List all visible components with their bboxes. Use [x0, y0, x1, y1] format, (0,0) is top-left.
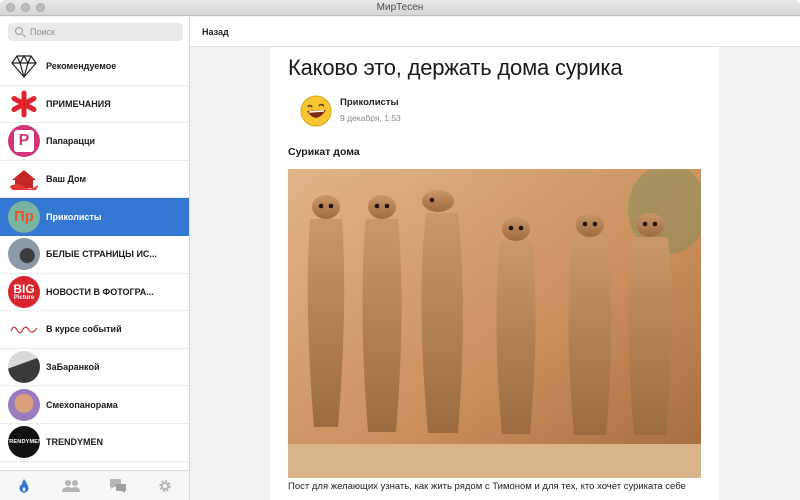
sidebar-item-label: ЗаБаранкой: [46, 362, 100, 373]
people-icon[interactable]: [61, 476, 81, 496]
sidebar-item-label: ПРИМЕЧАНИЯ: [46, 98, 111, 109]
trendymen-logo: TRENDYMEN: [8, 426, 40, 459]
p-logo-icon: P: [8, 125, 40, 158]
sidebar-item-white-pages[interactable]: БЕЛЫЕ СТРАНИЦЫ ИС...: [0, 235, 189, 274]
house-icon: [8, 163, 40, 196]
sidebar-item-your-home[interactable]: Ваш Дом: [0, 160, 189, 199]
sidebar-item-zabarankoy[interactable]: ЗаБаранкой: [0, 348, 189, 387]
meerkats-illustration: [288, 169, 701, 478]
chat-icon[interactable]: [108, 476, 128, 496]
sidebar: Поиск Рекомендуемое ПРИМЕЧАНИЯ P Папарац…: [0, 17, 190, 500]
sidebar-item-trendymen[interactable]: TRENDYMEN TRENDYMEN: [0, 423, 189, 462]
avatar: [8, 238, 40, 271]
diamond-icon: [8, 50, 40, 83]
sidebar-item-label: Ваш Дом: [46, 174, 87, 185]
search-input[interactable]: Поиск: [8, 23, 183, 41]
search-placeholder: Поиск: [30, 27, 55, 37]
sidebar-item-label: В курсе событий: [46, 324, 122, 335]
window-title: МирТесен: [376, 2, 424, 13]
article: Каково это, держать дома сурика Приколис…: [270, 47, 719, 500]
pr-logo-icon: Пр: [8, 200, 40, 233]
sidebar-item-paparazzi[interactable]: P Папарацци: [0, 123, 189, 161]
sidebar-item-label: БЕЛЫЕ СТРАНИЦЫ ИС...: [46, 249, 157, 260]
title-bar: МирТесен: [0, 0, 800, 16]
article-subheading: Сурикат дома: [288, 146, 360, 158]
sidebar-item-photo-news[interactable]: BIG Picture НОВОСТИ В ФОТОГРА...: [0, 273, 189, 312]
article-caption: Пост для желающих узнать, как жить рядом…: [288, 481, 686, 492]
gear-icon[interactable]: [155, 476, 175, 496]
app-window: МирТесен Поиск Рекомендуемое ПРИМЕЧАНИЯ: [0, 0, 800, 500]
sidebar-item-label: Папарацци: [46, 136, 96, 147]
sidebar-item-label: Приколисты: [46, 211, 102, 222]
sidebar-item-label: Рекомендуемое: [46, 61, 117, 72]
sidebar-item-prikolisty[interactable]: Пр Приколисты: [0, 198, 189, 236]
sidebar-item-recommended[interactable]: Рекомендуемое: [0, 48, 189, 86]
community-list: Рекомендуемое ПРИМЕЧАНИЯ P Папарацци Ваш…: [0, 48, 189, 462]
sidebar-item-label: Смехопанорама: [46, 399, 118, 410]
back-button[interactable]: Назад: [202, 27, 229, 37]
script-logo: [8, 313, 40, 346]
asterisk-icon: [8, 87, 40, 120]
article-title: Каково это, держать дома сурика: [288, 55, 623, 80]
big-picture-logo: BIG Picture: [8, 275, 40, 308]
bottom-tab-bar: [0, 470, 189, 500]
search-icon: [15, 27, 23, 35]
sidebar-item-notes[interactable]: ПРИМЕЧАНИЯ: [0, 85, 189, 124]
sidebar-item-label: НОВОСТИ В ФОТОГРА...: [46, 286, 154, 297]
sidebar-item-smekhopanorama[interactable]: Смехопанорама: [0, 386, 189, 424]
meerkats-photo[interactable]: [288, 169, 701, 478]
p-logo-letter: P: [14, 130, 34, 153]
main-content: Назад Каково это, держать дома сурика Пр…: [190, 17, 800, 500]
navigation-bar: Назад: [190, 17, 800, 47]
post-date: 9 декабря, 1:53: [340, 113, 401, 123]
comedian-avatar: [8, 388, 40, 421]
car-avatar: [8, 351, 40, 384]
laughing-emoji-avatar: [300, 95, 332, 127]
author-block[interactable]: Приколисты 9 декабря, 1:53: [288, 95, 719, 131]
fire-icon[interactable]: [14, 476, 34, 496]
sidebar-item-events[interactable]: В курсе событий: [0, 311, 189, 349]
big-picture-logo-picture: Picture: [13, 294, 35, 301]
big-picture-logo-big: BIG: [13, 281, 35, 296]
sidebar-item-label: TRENDYMEN: [46, 437, 104, 448]
author-name[interactable]: Приколисты: [340, 97, 399, 108]
